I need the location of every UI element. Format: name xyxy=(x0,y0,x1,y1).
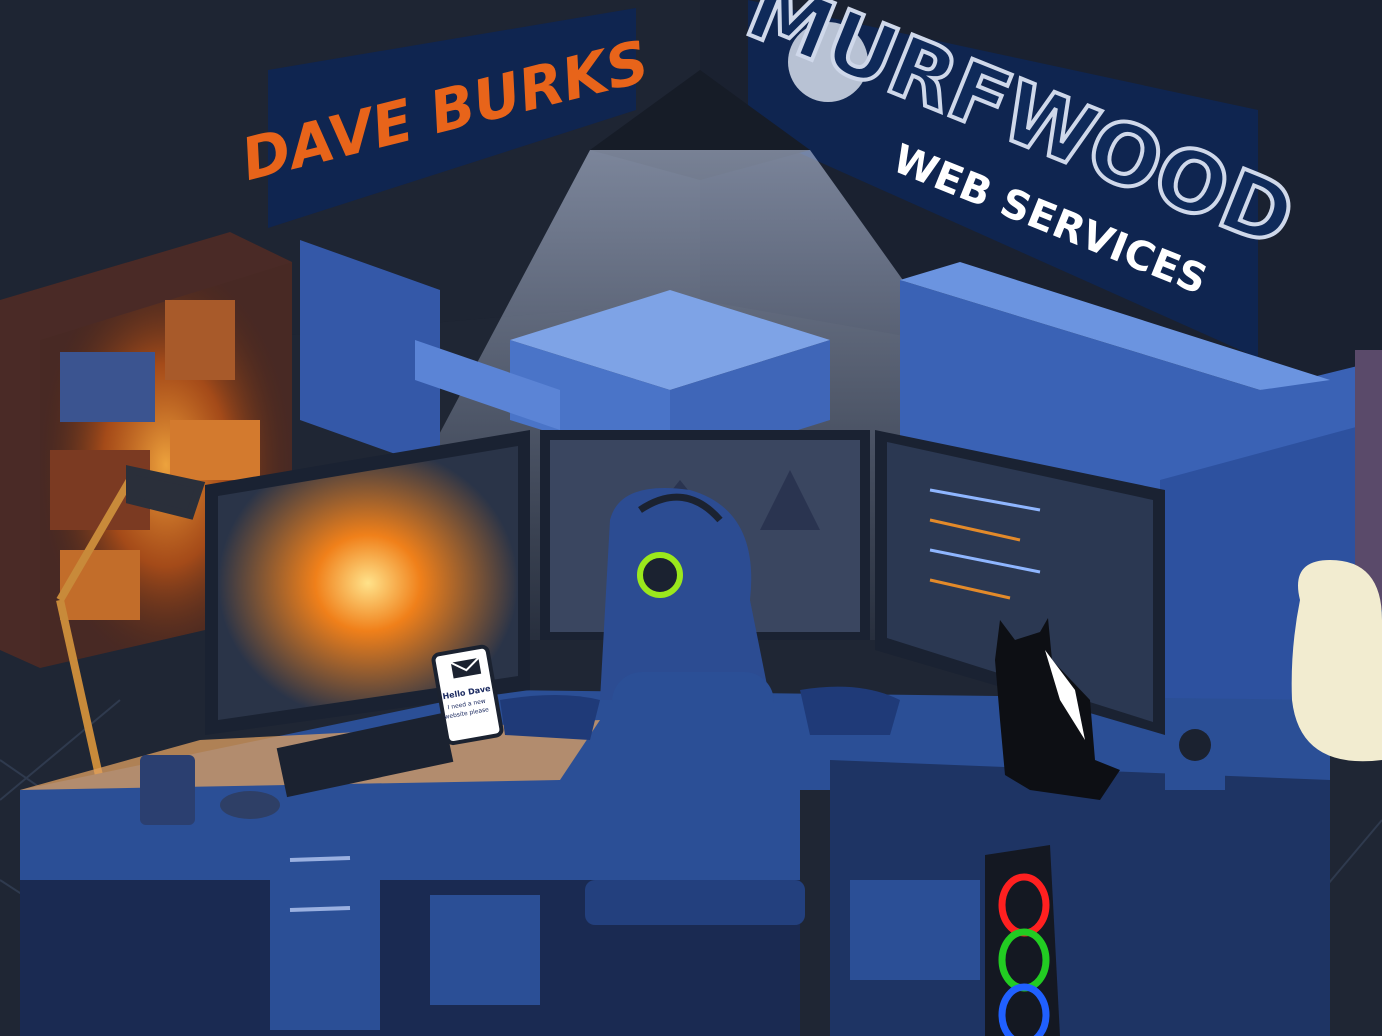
scene-svg: DAVE BURKS MURFWOOD WEB SERVICES Hello D… xyxy=(0,0,1382,1036)
storage-box xyxy=(165,300,235,380)
storage-box xyxy=(170,420,260,480)
headphone-icon xyxy=(637,552,683,598)
illustration-scene: DAVE BURKS MURFWOOD WEB SERVICES Hello D… xyxy=(0,0,1382,1036)
storage-box xyxy=(60,352,155,422)
coffee-mug xyxy=(140,755,195,825)
storage-bin xyxy=(850,880,980,980)
pc-tower xyxy=(985,845,1060,1036)
mouse xyxy=(220,791,280,819)
waste-bin xyxy=(430,895,540,1005)
